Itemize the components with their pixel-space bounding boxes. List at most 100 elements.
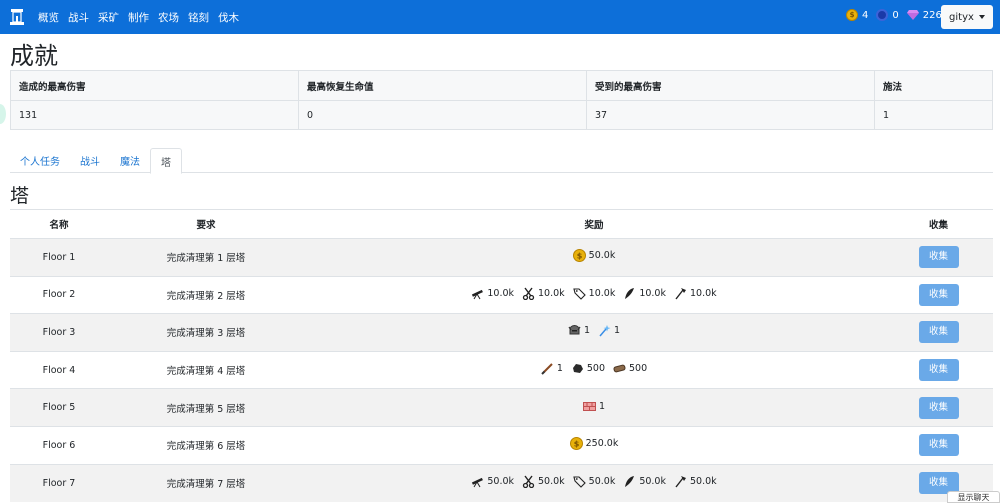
nav-farming[interactable]: 农场 [158, 10, 179, 25]
reward-item: 10.0k [623, 287, 666, 300]
collect-button[interactable]: 收集 [918, 396, 959, 419]
scissors-icon [522, 475, 535, 489]
collect-button[interactable]: 收集 [918, 246, 959, 269]
collect-button[interactable]: 收集 [918, 283, 959, 306]
main-nav: 概览 战斗 采矿 制作 农场 铭刻 伐木 [38, 0, 248, 34]
floor-rewards: 1 500 500 [304, 350, 884, 389]
floor-name: Floor 5 [10, 388, 108, 427]
collect-cell: 收集 [884, 275, 993, 314]
nav-combat[interactable]: 战斗 [68, 10, 89, 25]
floor-name: Floor 6 [10, 425, 108, 465]
tower-achievements-table: 名称 要求 奖励 收集 Floor 1 完成清理第 1 层塔 $50.0k 收集 Flo… [10, 209, 993, 502]
tag-icon [572, 287, 586, 300]
reward-amount: 10.0k [639, 287, 666, 299]
reward-item: 10.0k [674, 287, 717, 300]
caret-down-icon [978, 15, 985, 19]
nav-inscription[interactable]: 铭刻 [188, 10, 209, 25]
reward-item: 50.0k [623, 475, 666, 488]
tower-row: Floor 1 完成清理第 1 层塔 $50.0k 收集 [10, 238, 993, 277]
reward-amount: 250.0k [585, 438, 619, 450]
telescope-icon [471, 287, 484, 300]
telescope-icon [471, 475, 484, 488]
reward-item: 1 [541, 362, 563, 375]
scissors-icon [522, 287, 535, 301]
floor-rewards: $250.0k [304, 425, 884, 465]
reward-item: 50.0k [522, 475, 565, 489]
gold-count: 4 [862, 9, 869, 21]
username: gityx [949, 11, 974, 23]
reward-amount: 500 [629, 363, 648, 375]
dark-coin-icon [876, 9, 889, 21]
log-icon [613, 362, 626, 375]
tower-row: Floor 4 完成清理第 4 层塔 1 500 500 收集 [10, 350, 993, 389]
reward-item: 500 [613, 362, 647, 375]
section-title: 塔 [10, 185, 30, 207]
tab-tower[interactable]: 塔 [150, 148, 182, 174]
helmet-icon [568, 324, 581, 337]
tower-row: Floor 5 完成清理第 5 层塔 1 收集 [10, 388, 993, 427]
col-header-collect: 收集 [884, 209, 993, 239]
col-header-reward: 奖励 [304, 209, 884, 239]
nav-mining[interactable]: 采矿 [98, 10, 119, 25]
collect-button[interactable]: 收集 [918, 434, 959, 457]
user-dropdown-button[interactable]: gityx [941, 5, 993, 29]
nav-woodcutting[interactable]: 伐木 [218, 10, 239, 25]
reward-amount: 1 [583, 325, 590, 337]
reward-item: 10.0k [522, 287, 565, 301]
reward-amount: 1 [614, 325, 621, 337]
reward-item: 50.0k [572, 475, 615, 488]
reward-item: 1 [568, 324, 590, 337]
reward-item: 10.0k [471, 287, 514, 300]
tower-row: Floor 3 完成清理第 3 层塔 1 1 收集 [10, 313, 993, 352]
reward-item: $50.0k [572, 249, 616, 263]
dagger-icon [541, 362, 554, 375]
achievement-summary-table: 造成的最高伤害 最高恢复生命值 受到的最高伤害 施法 131 0 37 1 [10, 70, 993, 130]
reward-amount: 10.0k [689, 287, 717, 299]
reward-amount: 10.0k [588, 287, 616, 299]
gold-coin-icon: $ [572, 249, 586, 263]
summary-header: 受到的最高伤害 [586, 70, 875, 101]
collect-cell: 收集 [884, 425, 993, 465]
reward-amount: 50.0k [588, 250, 616, 262]
floor-rewards: 10.0k 10.0k 10.0k 10.0k 10.0k [304, 275, 884, 314]
feather-icon [623, 287, 636, 300]
floor-rewards: 50.0k 50.0k 50.0k 50.0k 50.0k [304, 463, 884, 502]
floor-requirement: 完成清理第 1 层塔 [108, 238, 304, 277]
tower-row: Floor 6 完成清理第 6 层塔 $250.0k 收集 [10, 425, 993, 465]
summary-value: 1 [874, 100, 993, 130]
reward-amount: 50.0k [639, 476, 666, 488]
summary-value: 0 [298, 100, 587, 130]
floor-name: Floor 1 [10, 238, 108, 277]
floor-name: Floor 4 [10, 350, 108, 389]
nav-crafting[interactable]: 制作 [128, 10, 149, 25]
collect-cell: 收集 [884, 350, 993, 389]
tab-personal-tasks[interactable]: 个人任务 [10, 148, 70, 173]
chat-toggle-tab[interactable]: 显示聊天 [947, 491, 1000, 503]
gem-count: 226 [922, 9, 942, 21]
reward-item: 1 [598, 324, 620, 337]
tab-combat[interactable]: 战斗 [70, 148, 110, 173]
tower-logo-icon[interactable] [9, 8, 25, 26]
collect-button[interactable]: 收集 [918, 321, 959, 344]
collect-button[interactable]: 收集 [918, 359, 959, 382]
reward-amount: 1 [556, 363, 563, 375]
gold-coin-icon: $ [846, 9, 858, 21]
tab-magic[interactable]: 魔法 [110, 148, 150, 173]
axe-icon [674, 475, 687, 488]
summary-header: 施法 [874, 70, 993, 101]
gold-stat: $ 4 [846, 9, 868, 21]
reward-amount: 50.0k [689, 476, 717, 488]
floor-rewards: 11 [304, 313, 884, 352]
collect-cell: 收集 [884, 388, 993, 427]
gem-stat: 226 [906, 9, 942, 21]
floor-requirement: 完成清理第 2 层塔 [108, 275, 304, 314]
axe-icon [674, 287, 687, 300]
floor-requirement: 完成清理第 7 层塔 [108, 463, 304, 502]
tag-icon [572, 475, 586, 488]
col-header-requirement: 要求 [108, 209, 304, 239]
currency-stats: $ 4 0 226 [846, 9, 950, 21]
floor-requirement: 完成清理第 4 层塔 [108, 350, 304, 389]
nav-overview[interactable]: 概览 [38, 10, 59, 25]
feather-icon [623, 475, 636, 488]
wand-icon [598, 324, 611, 337]
